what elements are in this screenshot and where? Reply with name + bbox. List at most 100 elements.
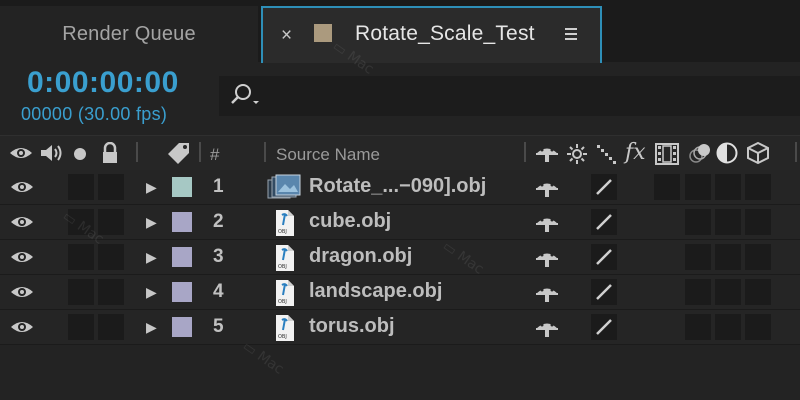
3d-layer-switch[interactable] [745,209,771,235]
tab-render-queue[interactable]: Render Queue [0,6,258,62]
collapse-sun-icon[interactable] [566,143,588,170]
twirl-down-arrow-icon[interactable]: ▶ [146,249,157,266]
quality-switch[interactable] [591,244,617,270]
twirl-down-arrow-icon[interactable]: ▶ [146,179,157,196]
layer-label-color[interactable] [172,317,192,337]
column-separator[interactable] [524,142,526,162]
composition-tab-title: Rotate_Scale_Test [355,22,535,45]
lock-icon[interactable] [101,141,119,169]
current-time-display[interactable]: 0:00:00:00 [27,66,179,100]
quality-switch[interactable] [591,209,617,235]
twirl-down-arrow-icon[interactable]: ▶ [146,214,157,231]
svg-text:OBJ: OBJ [278,334,287,340]
shy-switch-icon[interactable] [535,320,559,343]
layer-row[interactable]: ▶ 3 OBJ dragon.obj [0,240,800,275]
frame-blending-switch[interactable] [685,174,711,200]
quality-icon[interactable] [596,143,618,170]
3d-layer-switch[interactable] [745,244,771,270]
layer-list: ▶ 1 Rotate_...−090].obj ▶ 2 OBJ cube.obj ▶ 3 OBJ d… [0,170,800,345]
motion-blur-icon[interactable] [688,142,712,169]
layer-label-color[interactable] [172,282,192,302]
motion-blur-switch[interactable] [715,174,741,200]
solo-switch[interactable] [68,209,94,235]
motion-blur-switch[interactable] [715,244,741,270]
quality-switch[interactable] [591,279,617,305]
layer-source-name[interactable]: torus.obj [309,315,395,338]
frame-blending-switch[interactable] [685,314,711,340]
layer-row[interactable]: ▶ 4 OBJ landscape.obj [0,275,800,310]
obj-file-icon: OBJ [274,314,296,347]
motion-blur-switch[interactable] [715,279,741,305]
video-visibility-eye-icon[interactable] [10,249,34,270]
column-separator[interactable] [795,142,797,162]
video-visibility-eye-icon[interactable] [10,179,34,200]
shy-switch-icon[interactable] [535,215,559,238]
tab-bar: Render Queue × Rotate_Scale_Test [0,0,800,63]
adjustment-layer-icon[interactable] [716,142,738,169]
frame-blending-switch[interactable] [685,279,711,305]
3d-layer-switch[interactable] [745,279,771,305]
source-name-header[interactable]: Source Name [276,145,380,165]
column-separator[interactable] [264,142,266,162]
layer-number: 4 [213,281,224,302]
3d-layer-switch[interactable] [745,314,771,340]
solo-icon[interactable] [73,147,87,166]
layer-label-color[interactable] [172,247,192,267]
layer-label-color[interactable] [172,177,192,197]
frame-blending-switch[interactable] [685,244,711,270]
layer-number: 3 [213,246,224,267]
layer-source-name[interactable]: landscape.obj [309,280,442,303]
lock-switch[interactable] [98,279,124,305]
close-tab-button[interactable]: × [281,25,292,47]
solo-switch[interactable] [68,244,94,270]
column-separator[interactable] [136,142,138,162]
layer-label-color[interactable] [172,212,192,232]
search-icon[interactable] [227,82,261,115]
layer-source-name[interactable]: Rotate_...−090].obj [309,175,486,198]
composition-color-swatch [314,24,332,42]
3d-layer-switch[interactable] [745,174,771,200]
layer-row[interactable]: ▶ 2 OBJ cube.obj [0,205,800,240]
lock-switch[interactable] [98,174,124,200]
quality-switch[interactable] [591,314,617,340]
lock-switch[interactable] [98,314,124,340]
shy-switch-icon[interactable] [535,285,559,308]
eye-icon[interactable] [9,144,33,167]
fx-switch[interactable] [654,174,680,200]
layer-column-header: # Source Name fx [0,135,800,171]
svg-text:OBJ: OBJ [278,229,287,235]
layer-source-name[interactable]: dragon.obj [309,245,412,268]
motion-blur-switch[interactable] [715,209,741,235]
3d-layer-icon[interactable] [746,141,770,170]
video-visibility-eye-icon[interactable] [10,284,34,305]
column-separator[interactable] [199,142,201,162]
layer-row[interactable]: ▶ 1 Rotate_...−090].obj [0,170,800,205]
panel-menu-icon[interactable] [565,28,577,40]
video-visibility-eye-icon[interactable] [10,319,34,340]
video-visibility-eye-icon[interactable] [10,214,34,235]
shy-icon[interactable] [535,145,559,168]
solo-switch[interactable] [68,279,94,305]
shy-switch-icon[interactable] [535,250,559,273]
lock-switch[interactable] [98,209,124,235]
label-tag-icon[interactable] [165,140,193,171]
speaker-icon[interactable] [39,144,63,167]
solo-switch[interactable] [68,314,94,340]
lock-switch[interactable] [98,244,124,270]
twirl-down-arrow-icon[interactable]: ▶ [146,284,157,301]
motion-blur-switch[interactable] [715,314,741,340]
tab-composition[interactable]: × Rotate_Scale_Test [261,6,602,63]
frame-blending-icon[interactable] [655,143,679,170]
frame-blending-switch[interactable] [685,209,711,235]
svg-text:OBJ: OBJ [278,299,287,305]
layer-number-header[interactable]: # [210,145,219,165]
twirl-down-arrow-icon[interactable]: ▶ [146,319,157,336]
empty-layer-area[interactable] [0,345,800,400]
solo-switch[interactable] [68,174,94,200]
quality-switch[interactable] [591,174,617,200]
fx-icon[interactable]: fx [625,140,646,165]
shy-switch-icon[interactable] [535,180,559,203]
layer-source-name[interactable]: cube.obj [309,210,391,233]
layer-search-input[interactable] [219,76,800,116]
layer-row[interactable]: ▶ 5 OBJ torus.obj [0,310,800,345]
